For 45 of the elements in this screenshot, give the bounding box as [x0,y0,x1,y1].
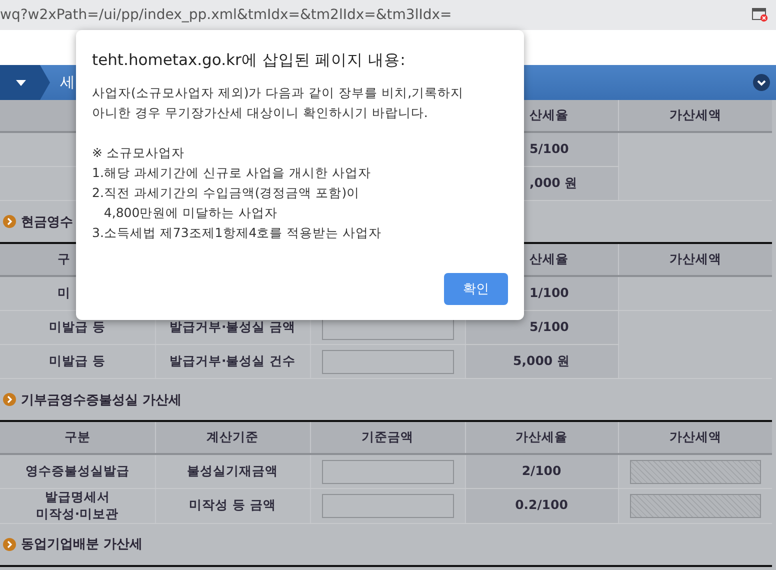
column-header: 산세율 [530,251,568,266]
amount-field[interactable] [322,350,454,374]
table-cell: 5/100 [530,141,569,156]
column-header: 구분 [64,429,90,444]
bullet-icon [3,538,16,551]
menu-toggle[interactable] [0,65,50,100]
table-cell: 1/100 [530,285,569,300]
bullet-icon [3,393,16,406]
table-cell: 발급명세서 미작성·미보관 [36,489,119,521]
dialog-message: 사업자(소규모사업자 제외)가 다음과 같이 장부를 비치,기록하지 아니한 경우 무기장가산세 대상이니 확인하시기 바랍니다. ※ 소규모사업자 1.해당 과세기간에 신규로 사업을 개시한 사업자 2.직전 과세기간의 수입금액(경정금액 포함)이 4,800만원에 미달하는 사업자 3.소득세법 제73조제1항제4호를 적용받는 사업자 [92,84,465,242]
column-header: 가산세액 [669,429,722,444]
table-cell: 미발급 등 [49,319,106,334]
address-bar[interactable]: wq?w2xPath=/ui/pp/index_pp.xml&tmIdx=&tm2lIdx=&tm3lIdx= [0,0,776,30]
table-cell: 미발급 등 [49,353,106,368]
table-cell: 5/100 [530,319,569,334]
table-cell: 미 [58,285,70,300]
bullet-icon [3,215,16,228]
table-cell: 2/100 [522,463,562,478]
section-heading: 현금영수 [21,214,73,230]
section-heading: 동업기업배분 가산세 [21,536,143,554]
chevron-down-icon[interactable] [753,74,770,91]
amount-field[interactable] [322,494,454,518]
column-header: 가산세율 [516,429,568,444]
column-header: 구 [58,251,70,266]
column-header: 산세율 [530,107,568,122]
url-text: wq?w2xPath=/ui/pp/index_pp.xml&tmIdx=&tm2lIdx=&tm3lIdx= [0,7,452,23]
section-heading: 기부금영수증불성실 가산세 [21,392,182,408]
table-cell: 5,000 원 [513,353,570,368]
amount-field[interactable] [322,460,454,484]
dialog-title: teht.hometax.go.kr에 삽입된 페이지 내용: [92,50,406,71]
table-cell: 영수증불성실발급 [25,463,130,478]
column-header: 가산세액 [669,107,722,122]
confirm-button[interactable]: 확인 [444,273,508,305]
table-cell: ,000 원 [530,175,578,190]
column-header: 가산세액 [669,251,722,266]
table-cell: 발급거부·불성실 금액 [169,319,296,334]
table-cell: 불성실기재금액 [187,463,278,478]
table-cell: 미작성 등 금액 [189,497,276,512]
nav-title: 세 [60,73,75,92]
column-header: 기준금액 [362,429,414,444]
popup-blocked-icon[interactable] [752,8,768,22]
column-header: 계산기준 [206,429,258,444]
table-cell: 0.2/100 [515,497,568,512]
table-cell: 발급거부·불성실 건수 [169,353,296,368]
caret-down-icon [16,80,26,86]
